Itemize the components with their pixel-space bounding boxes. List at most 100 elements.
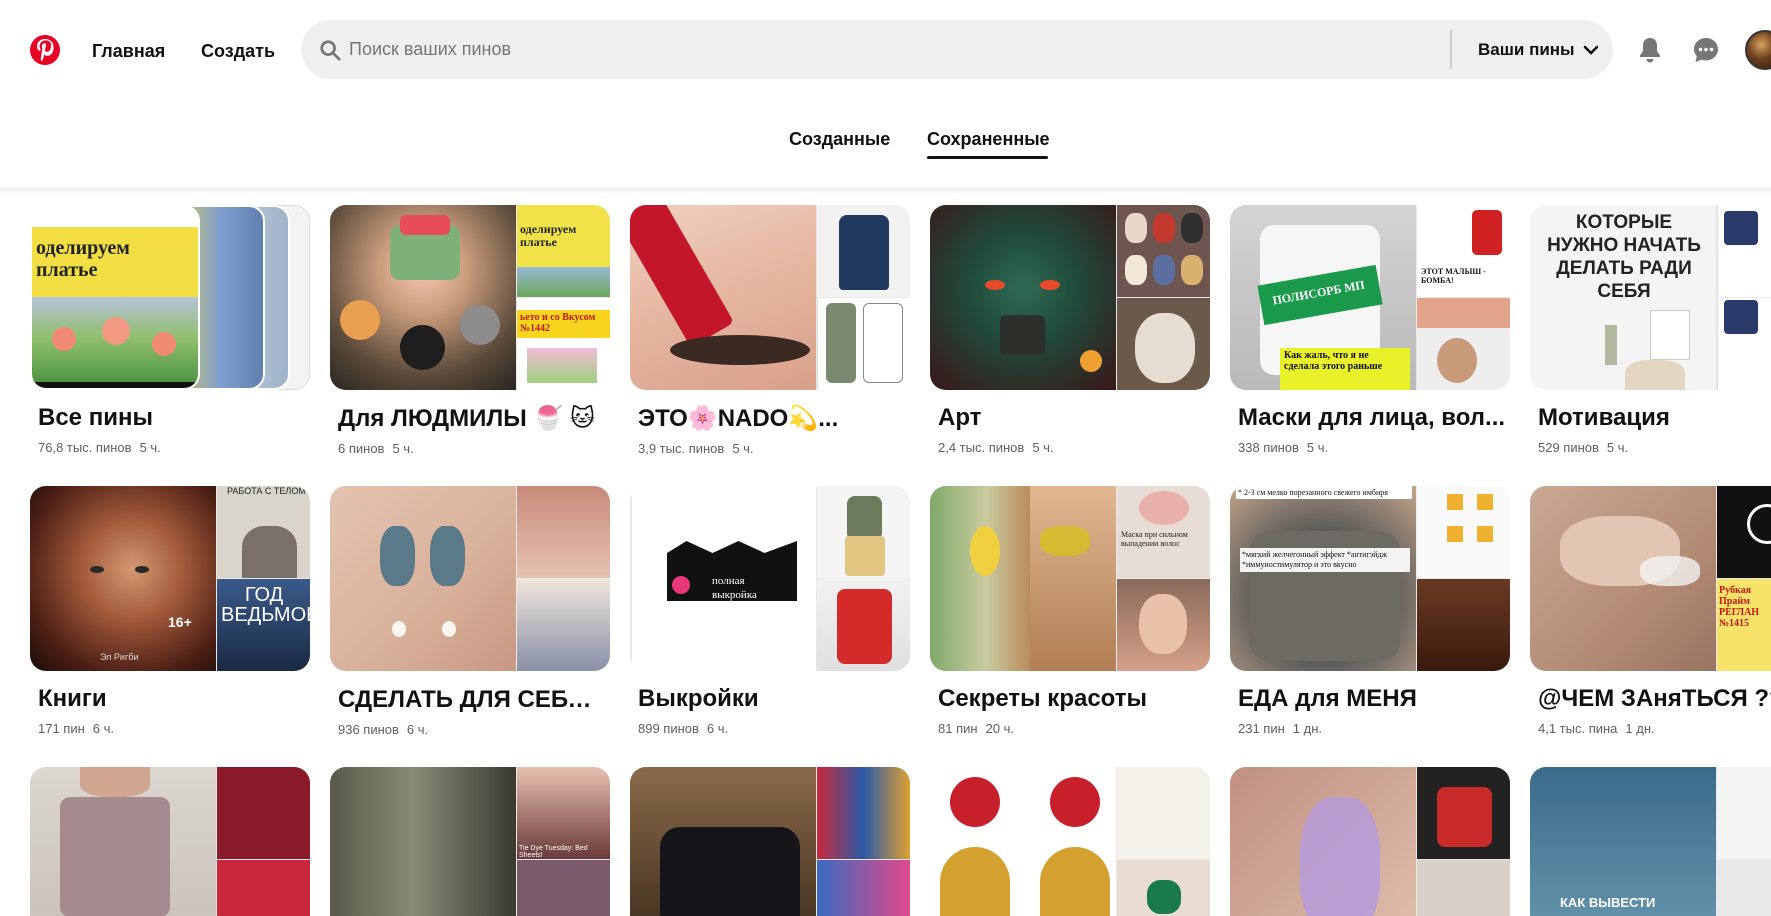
- cover-image-side: [1117, 767, 1210, 859]
- cover-caption: полная выкройка: [712, 575, 757, 601]
- board-card[interactable]: СДЕЛАТЬ ДЛЯ СЕБЯ 💕 936 пинов 6 ч.: [330, 486, 610, 737]
- cover-caption: Маска при сильном выпадении волос: [1121, 530, 1188, 548]
- cover-caption: Как жаль, что я не сделала этого раньше: [1284, 350, 1383, 372]
- cover-image-main: [630, 205, 816, 390]
- board-cover: КОТОРЫЕ НУЖНО НАЧАТЬ ДЕЛАТЬ РАДИ СЕБЯ: [1530, 205, 1771, 390]
- cover-image-side: [1417, 767, 1510, 859]
- updated-time: 5 ч.: [392, 441, 414, 456]
- pinterest-logo-icon[interactable]: [30, 35, 60, 65]
- cover-caption: РАБОТА С ТЕЛОМ: [227, 486, 306, 496]
- board-card[interactable]: * 2-3 см мелко порезанного свежего имбир…: [1230, 486, 1510, 736]
- pin-count: 899 пинов: [638, 721, 699, 736]
- board-title: Мотивация: [1538, 404, 1670, 431]
- cover-image-side: Маска при сильном выпадении волос: [1117, 486, 1210, 578]
- updated-time: 6 ч.: [406, 722, 429, 737]
- cover-image-main: ПОЛИСОРБ МП Как жаль, что я не сделала э…: [1230, 205, 1416, 390]
- chat-bubble-icon[interactable]: [1686, 30, 1726, 70]
- board-card[interactable]: Маска при сильном выпадении волос Секрет…: [930, 486, 1210, 736]
- board-card[interactable]: ЭТО🌸NADO💫... 3,9 тыс. пинов 5 ч.: [630, 205, 910, 456]
- board-cover: [930, 205, 1210, 390]
- bell-icon[interactable]: [1630, 30, 1670, 70]
- board-card[interactable]: оделируем платье ьето и со Вкусом №1442 …: [330, 205, 610, 456]
- updated-time: 5 ч.: [732, 441, 754, 456]
- board-card[interactable]: Арт 2,4 тыс. пинов 5 ч.: [930, 205, 1210, 455]
- board-cover: * 2-3 см мелко порезанного свежего имбир…: [1230, 486, 1510, 671]
- board-card[interactable]: [30, 767, 310, 916]
- cover-image-side: [1417, 298, 1510, 390]
- board-card[interactable]: [630, 767, 910, 916]
- board-meta: 76,8 тыс. пинов 5 ч.: [38, 440, 310, 455]
- board-meta: 899 пинов 6 ч.: [638, 721, 910, 736]
- board-card[interactable]: КАК ВЫВЕСТИ: [1530, 767, 1771, 916]
- cover-caption: КАК ВЫВЕСТИ: [1560, 895, 1656, 910]
- cover-image-side: [1117, 205, 1210, 297]
- cover-image-side: ЭТОТ МАЛЫШ - БОМБА!: [1417, 205, 1510, 297]
- cover-image-side: ьето и со Вкусом №1442: [517, 298, 610, 390]
- board-cover: Рубкая Прайм РЕГЛАН №1415: [1530, 486, 1771, 671]
- cover-caption: оделируем платье: [36, 237, 130, 281]
- cover-image-main: полная выкройка: [630, 486, 816, 671]
- board-meta: 2,4 тыс. пинов 5 ч.: [938, 440, 1210, 455]
- board-cover: оделируем платье: [30, 205, 310, 390]
- board-card[interactable]: ПОЛИСОРБ МП Как жаль, что я не сделала э…: [1230, 205, 1510, 455]
- cover-image-main: * 2-3 см мелко порезанного свежего имбир…: [1230, 486, 1416, 671]
- board-cover: Маска при сильном выпадении волос: [930, 486, 1210, 671]
- board-card[interactable]: КОТОРЫЕ НУЖНО НАЧАТЬ ДЕЛАТЬ РАДИ СЕБЯ Мо…: [1530, 205, 1771, 455]
- nav-home-link[interactable]: Главная: [80, 28, 177, 74]
- board-title: Книги: [38, 685, 107, 712]
- board-cover: [630, 767, 910, 916]
- cover-image-side: Tie Dye Tuesday: Bed Sheets!: [517, 767, 610, 859]
- board-card[interactable]: Tie Dye Tuesday: Bed Sheets!: [330, 767, 610, 916]
- cover-image-side: оделируем платье: [517, 205, 610, 297]
- board-cover: [330, 486, 610, 671]
- board-title: ЭТО🌸NADO💫...: [638, 405, 839, 432]
- board-card[interactable]: полная выкройка Выкройки 899 пинов 6 ч.: [630, 486, 910, 736]
- board-card-all-pins[interactable]: оделируем платье Все пины 76,8 тыс. пино…: [30, 205, 310, 455]
- board-title: Секреты красоты: [938, 685, 1147, 712]
- cover-image-main: [330, 767, 516, 916]
- search-input[interactable]: [349, 20, 1349, 79]
- cover-image-main: [930, 486, 1116, 671]
- board-card[interactable]: [930, 767, 1210, 916]
- pin-count: 338 пинов: [1238, 440, 1299, 455]
- cover-image-side: ГОД ВЕДЬМОВСТВА: [217, 579, 310, 671]
- cover-image-main: КОТОРЫЕ НУЖНО НАЧАТЬ ДЕЛАТЬ РАДИ СЕБЯ: [1530, 205, 1716, 390]
- search-scope-dropdown[interactable]: Ваши пины: [1466, 20, 1611, 79]
- cover-image-main: [1230, 767, 1416, 916]
- cover-image-side: [1717, 205, 1771, 297]
- board-card[interactable]: Рубкая Прайм РЕГЛАН №1415 @ЧЕМ ЗАняТЬСЯ …: [1530, 486, 1771, 736]
- board-meta: 529 пинов 5 ч.: [1538, 440, 1771, 455]
- cover-image-side: [1417, 860, 1510, 916]
- active-tab-indicator: [927, 156, 1048, 159]
- tab-created[interactable]: Созданные: [777, 116, 902, 162]
- nav-create-link[interactable]: Создать: [189, 28, 287, 74]
- board-cover: ПОЛИСОРБ МП Как жаль, что я не сделала э…: [1230, 205, 1510, 390]
- board-card[interactable]: 16+ Эл Ригби РАБОТА С ТЕЛОМ ГОД ВЕДЬМОВС…: [30, 486, 310, 736]
- board-meta: 3,9 тыс. пинов 5 ч.: [638, 441, 910, 456]
- pin-count: 2,4 тыс. пинов: [938, 440, 1025, 455]
- cover-image-side: [1117, 579, 1210, 671]
- pin-count: 6 пинов: [338, 441, 385, 456]
- search-bar: Ваши пины: [301, 20, 1613, 79]
- top-navigation-bar: Главная Создать Ваши пины: [0, 0, 1771, 100]
- cover-image-side: [817, 205, 910, 297]
- board-cover: 16+ Эл Ригби РАБОТА С ТЕЛОМ ГОД ВЕДЬМОВС…: [30, 486, 310, 671]
- board-meta: 6 пинов 5 ч.: [338, 441, 610, 456]
- cover-image-main: [630, 767, 816, 916]
- cover-caption: ГОД ВЕДЬМОВСТВА: [221, 584, 310, 626]
- board-title: ЕДА для МЕНЯ: [1238, 685, 1417, 712]
- cover-image-side: [517, 579, 610, 671]
- user-avatar[interactable]: [1745, 30, 1771, 70]
- board-meta: 231 пин 1 дн.: [1238, 721, 1510, 736]
- board-title: СДЕЛАТЬ ДЛЯ СЕБЯ 💕: [338, 686, 608, 713]
- cover-image-side: [1117, 298, 1210, 390]
- board-card[interactable]: [1230, 767, 1510, 916]
- board-meta: 4,1 тыс. пина 1 дн.: [1538, 721, 1771, 736]
- cover-image-main: [930, 205, 1116, 390]
- tabs-divider-shadow: [0, 188, 1771, 194]
- cover-image-side: [1417, 579, 1510, 671]
- updated-time: 1 дн.: [1292, 721, 1323, 736]
- cover-image-main: [330, 205, 516, 390]
- cover-caption: ьето и со Вкусом №1442: [520, 312, 596, 334]
- board-title: Выкройки: [638, 685, 759, 712]
